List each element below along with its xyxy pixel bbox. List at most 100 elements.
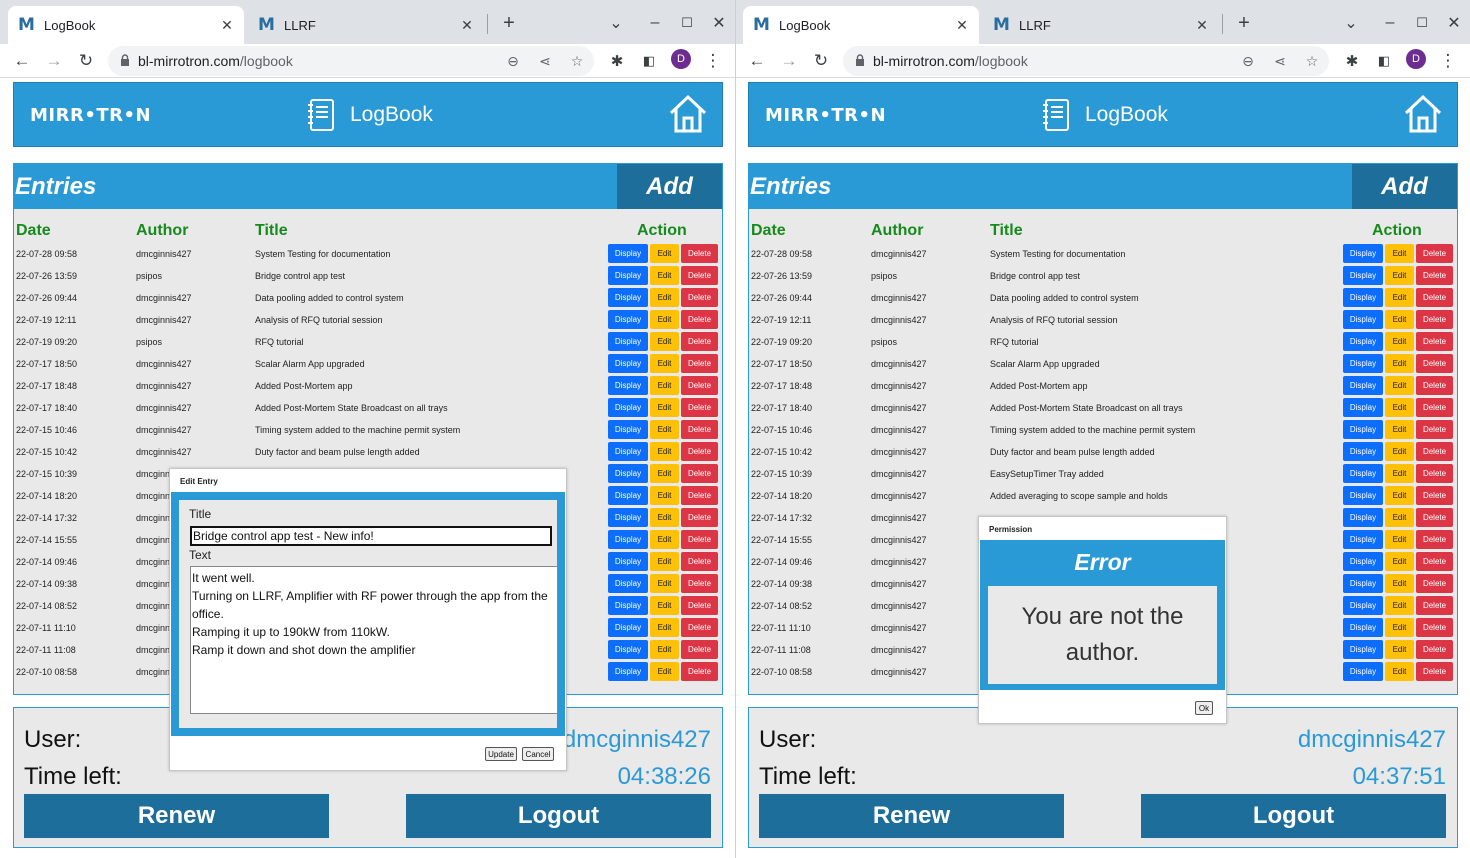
edit-button[interactable]: Edit [650, 508, 679, 527]
edit-button[interactable]: Edit [650, 574, 679, 593]
delete-button[interactable]: Delete [1416, 596, 1453, 615]
edit-button[interactable]: Edit [650, 464, 679, 483]
back-icon[interactable]: ← [745, 49, 769, 73]
display-button[interactable]: Display [1343, 574, 1383, 593]
edit-button[interactable]: Edit [1385, 420, 1414, 439]
edit-button[interactable]: Edit [1385, 530, 1414, 549]
delete-button[interactable]: Delete [1416, 618, 1453, 637]
display-button[interactable]: Display [608, 376, 648, 395]
address-bar[interactable]: bl-mirrotron.com/logbook ⊖ ⋖ ☆ [843, 46, 1329, 76]
delete-button[interactable]: Delete [1416, 398, 1453, 417]
delete-button[interactable]: Delete [1416, 420, 1453, 439]
edit-button[interactable]: Edit [1385, 354, 1414, 373]
edit-button[interactable]: Edit [650, 552, 679, 571]
delete-button[interactable]: Delete [1416, 486, 1453, 505]
display-button[interactable]: Display [1343, 464, 1383, 483]
display-button[interactable]: Display [608, 244, 648, 263]
share-icon[interactable]: ⋖ [535, 51, 555, 71]
renew-button[interactable]: Renew [759, 794, 1064, 838]
update-button[interactable]: Update [485, 747, 517, 761]
display-button[interactable]: Display [1343, 486, 1383, 505]
display-button[interactable]: Display [1343, 398, 1383, 417]
edit-button[interactable]: Edit [1385, 618, 1414, 637]
profile-avatar[interactable]: D [1406, 49, 1426, 69]
zoom-icon[interactable]: ⊖ [1238, 51, 1258, 71]
tab-llrf[interactable]: M LLRF ✕ [248, 6, 484, 44]
delete-button[interactable]: Delete [1416, 376, 1453, 395]
side-panel-icon[interactable]: ◧ [637, 49, 661, 73]
display-button[interactable]: Display [608, 530, 648, 549]
display-button[interactable]: Display [1343, 596, 1383, 615]
delete-button[interactable]: Delete [681, 552, 718, 571]
edit-button[interactable]: Edit [650, 618, 679, 637]
menu-icon[interactable]: ⋮ [1436, 49, 1460, 73]
delete-button[interactable]: Delete [1416, 288, 1453, 307]
display-button[interactable]: Display [608, 442, 648, 461]
share-icon[interactable]: ⋖ [1270, 51, 1290, 71]
delete-button[interactable]: Delete [681, 332, 718, 351]
back-icon[interactable]: ← [10, 49, 34, 73]
display-button[interactable]: Display [608, 508, 648, 527]
display-button[interactable]: Display [608, 420, 648, 439]
edit-button[interactable]: Edit [650, 662, 679, 681]
delete-button[interactable]: Delete [1416, 266, 1453, 285]
delete-button[interactable]: Delete [1416, 354, 1453, 373]
maximize-icon[interactable]: ☐ [675, 11, 699, 35]
display-button[interactable]: Display [1343, 288, 1383, 307]
display-button[interactable]: Display [1343, 530, 1383, 549]
edit-button[interactable]: Edit [1385, 486, 1414, 505]
delete-button[interactable]: Delete [681, 574, 718, 593]
add-entry-button[interactable]: Add [617, 164, 722, 209]
tab-search-icon[interactable]: ⌄ [604, 11, 628, 35]
display-button[interactable]: Display [608, 618, 648, 637]
delete-button[interactable]: Delete [681, 288, 718, 307]
edit-button[interactable]: Edit [1385, 376, 1414, 395]
address-bar[interactable]: bl-mirrotron.com/logbook ⊖ ⋖ ☆ [108, 46, 594, 76]
close-window-icon[interactable]: ✕ [1442, 11, 1466, 35]
minimize-icon[interactable]: – [1378, 11, 1402, 35]
ok-button[interactable]: Ok [1195, 701, 1213, 715]
edit-button[interactable]: Edit [1385, 442, 1414, 461]
tab-llrf[interactable]: M LLRF ✕ [983, 6, 1219, 44]
delete-button[interactable]: Delete [1416, 442, 1453, 461]
delete-button[interactable]: Delete [681, 266, 718, 285]
delete-button[interactable]: Delete [681, 486, 718, 505]
edit-button[interactable]: Edit [650, 354, 679, 373]
edit-button[interactable]: Edit [650, 486, 679, 505]
display-button[interactable]: Display [608, 464, 648, 483]
edit-button[interactable]: Edit [1385, 508, 1414, 527]
display-button[interactable]: Display [608, 310, 648, 329]
delete-button[interactable]: Delete [681, 398, 718, 417]
display-button[interactable]: Display [608, 662, 648, 681]
logout-button[interactable]: Logout [1141, 794, 1446, 838]
display-button[interactable]: Display [608, 640, 648, 659]
display-button[interactable]: Display [608, 574, 648, 593]
delete-button[interactable]: Delete [1416, 640, 1453, 659]
delete-button[interactable]: Delete [1416, 310, 1453, 329]
display-button[interactable]: Display [1343, 244, 1383, 263]
reload-icon[interactable]: ↻ [74, 49, 98, 73]
side-panel-icon[interactable]: ◧ [1372, 49, 1396, 73]
edit-button[interactable]: Edit [650, 420, 679, 439]
edit-button[interactable]: Edit [650, 244, 679, 263]
delete-button[interactable]: Delete [1416, 574, 1453, 593]
display-button[interactable]: Display [1343, 508, 1383, 527]
forward-icon[interactable]: → [777, 49, 801, 73]
edit-button[interactable]: Edit [1385, 464, 1414, 483]
display-button[interactable]: Display [1343, 640, 1383, 659]
display-button[interactable]: Display [608, 332, 648, 351]
delete-button[interactable]: Delete [1416, 508, 1453, 527]
edit-button[interactable]: Edit [650, 442, 679, 461]
edit-button[interactable]: Edit [650, 288, 679, 307]
edit-button[interactable]: Edit [1385, 398, 1414, 417]
display-button[interactable]: Display [608, 398, 648, 417]
edit-button[interactable]: Edit [650, 596, 679, 615]
display-button[interactable]: Display [608, 486, 648, 505]
home-icon[interactable] [1403, 93, 1443, 135]
display-button[interactable]: Display [608, 288, 648, 307]
delete-button[interactable]: Delete [681, 376, 718, 395]
display-button[interactable]: Display [608, 354, 648, 373]
display-button[interactable]: Display [1343, 552, 1383, 571]
logout-button[interactable]: Logout [406, 794, 711, 838]
edit-button[interactable]: Edit [650, 332, 679, 351]
